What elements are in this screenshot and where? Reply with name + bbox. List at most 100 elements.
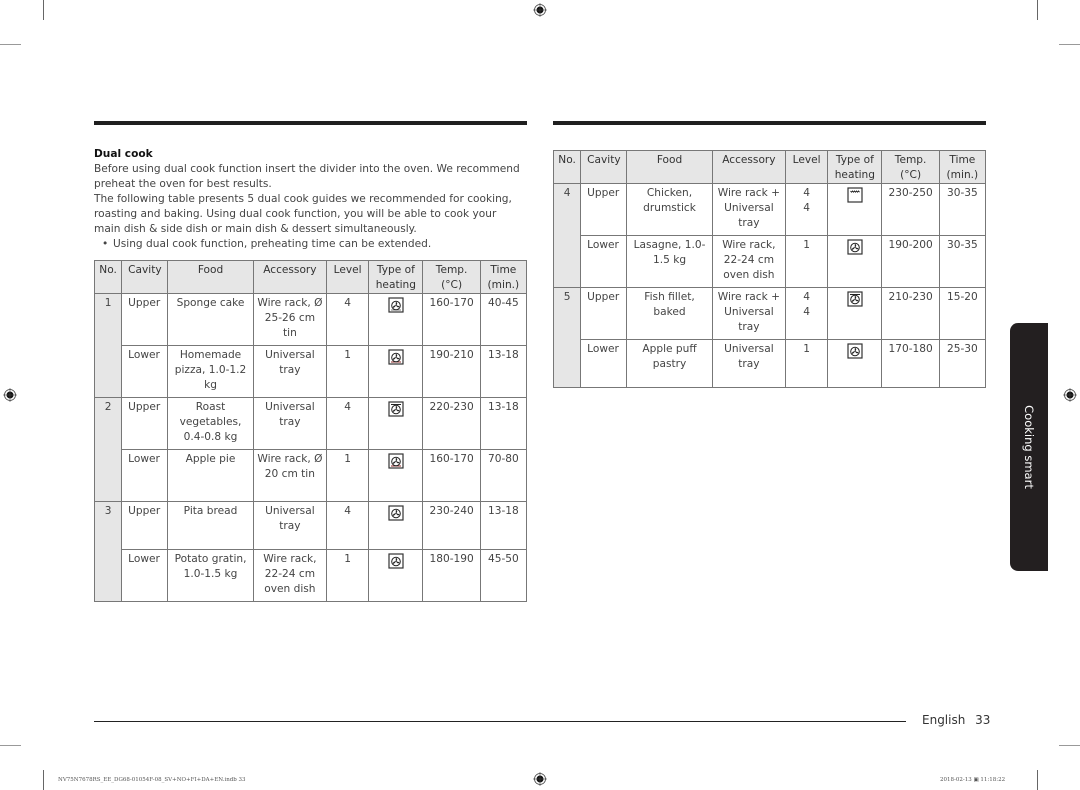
cell-no: 2: [93, 397, 123, 502]
cell-accessory: Wire rack, 22-24 cm oven dish: [252, 549, 328, 602]
cell-food: Pita bread: [167, 501, 254, 550]
cell-no: 4: [552, 183, 582, 288]
cell-time: 25-30: [938, 339, 987, 388]
cell-temp: 180-190: [422, 549, 481, 602]
cell-time: 45-50: [479, 549, 528, 602]
cell-accessory: Universal tray: [252, 397, 328, 450]
cell-temp: 160-170: [422, 449, 481, 502]
cell-cavity: Lower: [121, 345, 169, 398]
cell-food: Homemade pizza, 1.0-1.2 kg: [167, 345, 254, 398]
fan-heating-top-icon: [388, 401, 404, 420]
cell-time: 13-18: [479, 501, 528, 550]
cell-level: 4: [326, 501, 370, 550]
header-no: No.: [552, 150, 582, 184]
table-row: Lower Apple puff pastry Universal tray 1 170…: [554, 339, 987, 388]
table-row: 5 Upper Fish fillet, baked Wire rack + Univ…: [552, 287, 987, 388]
cell-food: Chicken, drumstick: [626, 183, 713, 236]
cell-food: Potato gratin, 1.0-1.5 kg: [167, 549, 254, 602]
cell-food: Sponge cake: [167, 293, 254, 346]
cell-no: 3: [93, 501, 123, 602]
cell-temp: 190-200: [881, 235, 940, 288]
dual-cook-table-left: No. Cavity Food Accessory Level Type of …: [93, 260, 528, 602]
cell-temp: 170-180: [881, 339, 940, 388]
header-temp: Temp. (°C): [422, 260, 481, 294]
cell-time: 13-18: [479, 397, 528, 450]
cell-heating: [368, 345, 424, 398]
bullet-icon: •: [102, 238, 109, 250]
table-header-row: No. Cavity Food Accessory Level Type of …: [93, 260, 528, 294]
cell-temp: 220-230: [422, 397, 481, 450]
table-row: Lower Potato gratin, 1.0-1.5 kg Wire rack,…: [95, 549, 528, 602]
cell-heating: [368, 293, 424, 346]
page-footer: English 33: [922, 713, 990, 727]
crop-mark: [0, 44, 21, 45]
table-header-row: No. Cavity Food Accessory Level Type of …: [552, 150, 987, 184]
cell-heating: [827, 339, 883, 388]
header-level: Level: [785, 150, 829, 184]
header-food: Food: [626, 150, 713, 184]
cell-accessory: Universal tray: [252, 345, 328, 398]
table-row: 1 Upper Sponge cake Wire rack, Ø 25-26 cm t…: [93, 293, 528, 398]
cell-heating: [827, 287, 883, 340]
crop-mark: [0, 745, 21, 746]
cell-cavity: Lower: [121, 549, 169, 602]
cell-time: 40-45: [479, 293, 528, 346]
cell-heating: [827, 235, 883, 288]
cell-temp: 230-240: [422, 501, 481, 550]
cell-level: 1: [326, 449, 370, 502]
intro-section: Dual cook Before using dual cook functio…: [94, 147, 526, 252]
cell-temp: 230-250: [881, 183, 940, 236]
header-heating: Type of heating: [368, 260, 424, 294]
large-grill-icon: [847, 187, 863, 206]
cell-accessory: Wire rack + Universal tray: [711, 183, 787, 236]
crop-mark: [1037, 0, 1038, 20]
cell-level: 1: [785, 339, 829, 388]
header-cavity: Cavity: [121, 260, 169, 294]
table-row: Lower Apple pie Wire rack, Ø 20 cm tin 1 160…: [95, 449, 528, 502]
print-file-info: NV75N7678RS_EE_DG68-01054F-08_SV+NO+FI+D…: [58, 777, 246, 783]
fan-heating-bottom-icon: [388, 349, 404, 368]
cell-accessory: Universal tray: [252, 501, 328, 550]
column-top-rule: [94, 121, 527, 125]
cell-cavity: Upper: [580, 183, 628, 236]
registration-mark-icon: [533, 3, 547, 17]
fan-heating-icon: [388, 553, 404, 572]
cell-heating: [368, 501, 424, 550]
chapter-tab: Cooking smart: [1010, 323, 1048, 571]
cell-temp: 190-210: [422, 345, 481, 398]
cell-no: 5: [552, 287, 582, 388]
cell-food: Lasagne, 1.0-1.5 kg: [626, 235, 713, 288]
header-food: Food: [167, 260, 254, 294]
header-accessory: Accessory: [252, 260, 328, 294]
fan-heating-top-bottom-icon: [388, 297, 404, 316]
header-time: Time (min.): [479, 260, 528, 294]
cell-level: 4: [326, 397, 370, 450]
cell-temp: 210-230: [881, 287, 940, 340]
cell-cavity: Upper: [121, 501, 169, 550]
fan-heating-top-icon: [847, 291, 863, 310]
cell-accessory: Wire rack, 22-24 cm oven dish: [711, 235, 787, 288]
table-row: 3 Upper Pita bread Universal tray 4 230-240 13…: [93, 501, 528, 602]
footer-language: English: [922, 713, 966, 727]
cell-time: 30-35: [938, 235, 987, 288]
header-heating: Type of heating: [827, 150, 883, 184]
registration-mark-icon: [3, 388, 17, 402]
cell-food: Apple pie: [167, 449, 254, 502]
cell-level: 1: [785, 235, 829, 288]
cell-time: 13-18: [479, 345, 528, 398]
cell-time: 15-20: [938, 287, 987, 340]
fan-heating-icon: [847, 343, 863, 362]
section-heading: Dual cook: [94, 148, 153, 160]
header-cavity: Cavity: [580, 150, 628, 184]
bullet-text: Using dual cook function, preheating tim…: [113, 238, 432, 250]
cell-time: 70-80: [479, 449, 528, 502]
table-row: 2 Upper Roast vegetables, 0.4-0.8 kg Univer…: [93, 397, 528, 502]
cell-no: 1: [93, 293, 123, 398]
cell-level: 4 4: [785, 287, 829, 340]
cell-cavity: Lower: [580, 339, 628, 388]
cell-level: 1: [326, 549, 370, 602]
cell-cavity: Upper: [121, 397, 169, 450]
table-row: Lower Lasagne, 1.0-1.5 kg Wire rack, 22-24…: [554, 235, 987, 288]
cell-heating: [827, 183, 883, 236]
intro-paragraph: Before using dual cook function insert t…: [94, 163, 520, 190]
